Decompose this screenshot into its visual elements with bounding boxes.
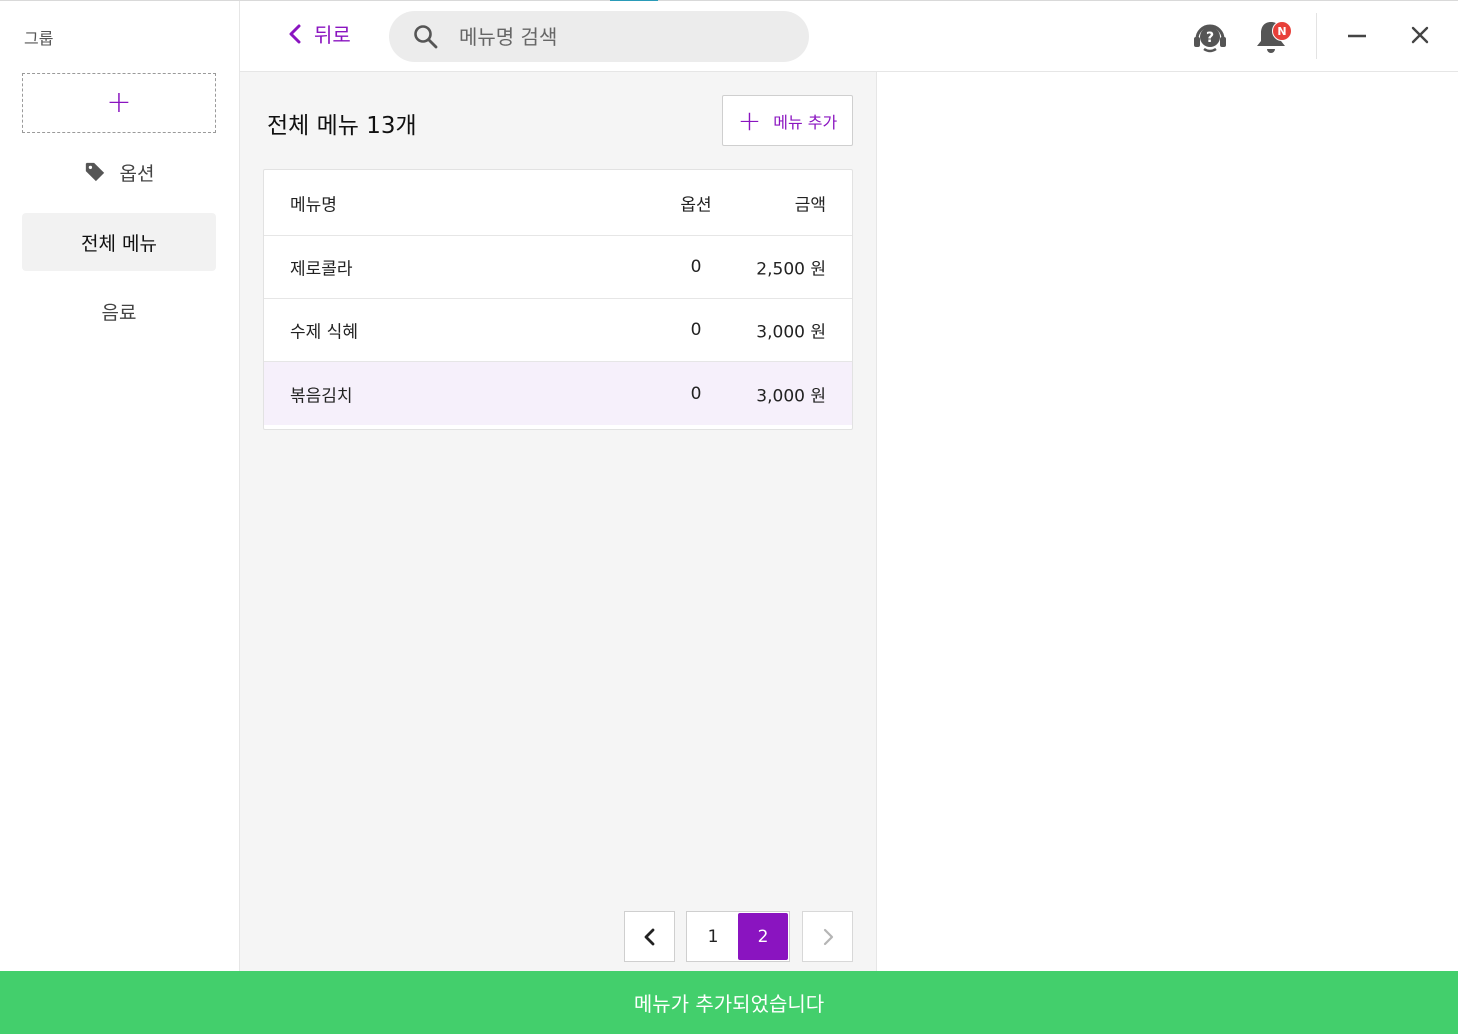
- menu-option-count: 0: [690, 257, 702, 277]
- menu-list-panel: 전체 메뉴 13개 + 메뉴 추가 메뉴명 옵션 금액 제로콜라 0 2,500…: [240, 72, 877, 971]
- sidebar-item-all-menu[interactable]: 전체 메뉴: [22, 213, 216, 271]
- menu-price: 3,000 원: [756, 322, 826, 343]
- back-button[interactable]: 뒤로: [288, 19, 351, 48]
- minimize-button[interactable]: [1346, 25, 1368, 51]
- plus-icon: +: [737, 103, 762, 137]
- add-menu-label: 메뉴 추가: [773, 112, 838, 132]
- menu-option-count: 0: [690, 320, 702, 340]
- menu-price: 2,500 원: [756, 259, 826, 280]
- tag-icon: [84, 161, 106, 183]
- page-number-group: 1 2: [686, 911, 790, 962]
- add-group-button[interactable]: +: [22, 73, 216, 133]
- table-row[interactable]: 볶음김치 0 3,000 원: [264, 362, 852, 425]
- search-icon: [414, 24, 438, 48]
- next-page-button[interactable]: [802, 911, 853, 962]
- top-bar: 뒤로 ? N: [240, 1, 1458, 72]
- close-icon: [1411, 26, 1429, 44]
- minimize-icon: [1348, 34, 1366, 38]
- back-label: 뒤로: [314, 23, 351, 47]
- chevron-right-icon: [823, 928, 833, 945]
- table-header: 메뉴명 옵션 금액: [264, 170, 852, 236]
- notification-badge: N: [1272, 21, 1292, 41]
- close-button[interactable]: [1410, 25, 1430, 49]
- chevron-left-icon: [289, 24, 301, 43]
- menu-name: 수제 식혜: [290, 322, 358, 343]
- menu-option-count: 0: [690, 383, 702, 404]
- column-header-option: 옵션: [680, 195, 712, 215]
- page-title: 전체 메뉴 13개: [267, 113, 417, 139]
- column-header-price: 금액: [794, 195, 826, 215]
- detail-panel: [878, 72, 1458, 971]
- add-menu-button[interactable]: + 메뉴 추가: [722, 95, 853, 146]
- sidebar-item-label: 옵션: [119, 162, 155, 185]
- table-row[interactable]: 제로콜라 0 2,500 원: [264, 236, 852, 299]
- prev-page-button[interactable]: [624, 911, 675, 962]
- sidebar-item-drinks[interactable]: 음료: [22, 282, 216, 340]
- menu-price: 3,000 원: [756, 386, 826, 406]
- search-input[interactable]: [459, 24, 779, 49]
- toast-message: 메뉴가 추가되었습니다: [0, 971, 1458, 1034]
- table-row[interactable]: 수제 식혜 0 3,000 원: [264, 299, 852, 362]
- search-bar[interactable]: [389, 11, 809, 62]
- menu-table: 메뉴명 옵션 금액 제로콜라 0 2,500 원 수제 식혜 0 3,000 원…: [263, 169, 853, 430]
- toast-text: 메뉴가 추가되었습니다: [633, 992, 825, 1016]
- group-sidebar: 그룹 + 옵션 전체 메뉴 음료: [0, 1, 240, 971]
- sidebar-item-label: 전체 메뉴: [81, 232, 157, 255]
- chevron-left-icon: [644, 928, 654, 945]
- page-1-button[interactable]: 1: [688, 913, 738, 960]
- page-2-button[interactable]: 2: [738, 913, 788, 960]
- sidebar-item-label: 음료: [101, 301, 137, 324]
- svg-text:?: ?: [1206, 30, 1214, 46]
- column-header-name: 메뉴명: [290, 195, 337, 215]
- divider: [1316, 13, 1317, 59]
- menu-name: 볶음김치: [290, 386, 353, 406]
- plus-icon: +: [106, 85, 132, 120]
- help-headset-icon[interactable]: ?: [1192, 19, 1228, 59]
- sidebar-title: 그룹: [24, 29, 54, 48]
- menu-name: 제로콜라: [290, 259, 353, 280]
- sidebar-item-options[interactable]: 옵션: [22, 143, 216, 201]
